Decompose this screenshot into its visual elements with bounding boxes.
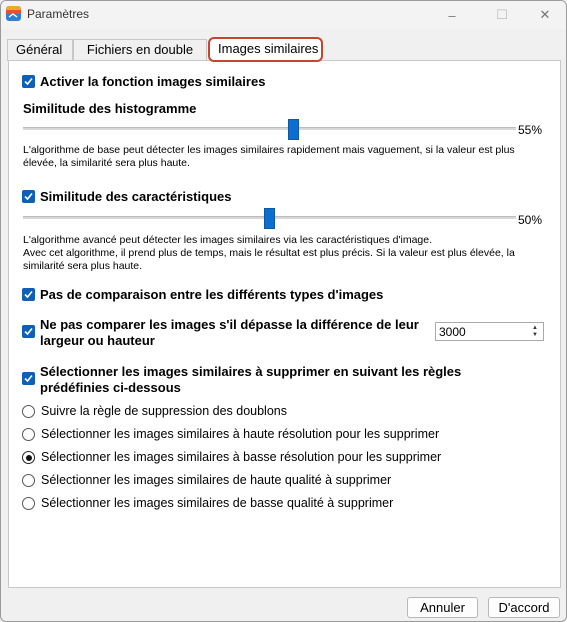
enable-similar-images-label: Activer la fonction images similaires	[40, 74, 266, 89]
histogram-slider-thumb[interactable]	[288, 119, 299, 140]
enable-similar-images-checkbox[interactable]	[22, 75, 35, 88]
deletion-rule-radio[interactable]	[22, 405, 35, 418]
checkmark-icon	[24, 77, 33, 86]
tab-general[interactable]: Général	[7, 39, 73, 61]
minimize-icon: –	[448, 7, 456, 23]
feature-description: L'algorithme avancé peut détecter les im…	[23, 234, 553, 273]
size-difference-stepper[interactable]: ▲ ▼	[435, 322, 544, 341]
select-rules-label-line: Sélectionner les images similaires à sup…	[40, 364, 462, 379]
no-compare-types-checkbox[interactable]	[22, 288, 35, 301]
feature-description-line: similarité sera plus haute.	[23, 260, 143, 272]
maximize-icon: ☐	[496, 7, 508, 22]
histogram-description-line: élevée, la similarité sera plus haute.	[23, 157, 190, 169]
settings-window: Paramètres – ☐ ✕ Général Fichiers en dou…	[0, 0, 567, 622]
deletion-rule-radio[interactable]	[22, 428, 35, 441]
no-compare-types-label: Pas de comparaison entre les différents …	[40, 287, 384, 302]
deletion-rule-label[interactable]: Sélectionner les images similaires à hau…	[41, 427, 439, 441]
select-rules-label: Sélectionner les images similaires à sup…	[40, 364, 461, 396]
deletion-rule-label[interactable]: Sélectionner les images similaires de ba…	[41, 496, 393, 510]
size-difference-label: Ne pas comparer les images s'il dépasse …	[40, 317, 419, 349]
cancel-button[interactable]: Annuler	[407, 597, 478, 618]
size-difference-input[interactable]	[436, 323, 528, 340]
ok-button[interactable]: D'accord	[488, 597, 560, 618]
histogram-slider-track[interactable]	[23, 127, 516, 130]
arrow-up-icon[interactable]: ▲	[532, 325, 538, 332]
feature-similarity-label: Similitude des caractéristiques	[40, 189, 232, 204]
checkmark-icon	[24, 290, 33, 299]
deletion-rule-label[interactable]: Sélectionner les images similaires de ha…	[41, 473, 391, 487]
checkmark-icon	[24, 192, 33, 201]
size-difference-label-line: largeur ou hauteur	[40, 333, 155, 348]
feature-description-line: Avec cet algorithme, il prend plus de te…	[23, 247, 515, 259]
stepper-arrows[interactable]: ▲ ▼	[528, 323, 542, 340]
select-rules-checkbox[interactable]	[22, 372, 35, 385]
window-title: Paramètres	[27, 7, 90, 21]
checkmark-icon	[24, 327, 33, 336]
feature-slider-thumb[interactable]	[264, 208, 275, 229]
arrow-down-icon[interactable]: ▼	[532, 332, 538, 339]
histogram-description: L'algorithme de base peut détecter les i…	[23, 144, 553, 170]
deletion-rule-radio[interactable]	[22, 451, 35, 464]
histogram-value: 55%	[518, 123, 543, 137]
size-difference-checkbox[interactable]	[22, 325, 35, 338]
tab-bar: Général Fichiers en double Images simila…	[1, 35, 566, 62]
title-bar: Paramètres – ☐ ✕	[1, 1, 566, 29]
histogram-similarity-heading: Similitude des histogramme	[23, 101, 197, 116]
close-button[interactable]: ✕	[522, 1, 566, 29]
histogram-description-line: L'algorithme de base peut détecter les i…	[23, 144, 515, 156]
app-logo-icon	[6, 6, 21, 21]
deletion-rule-radio[interactable]	[22, 474, 35, 487]
tab-duplicate-files[interactable]: Fichiers en double	[73, 39, 207, 61]
deletion-rule-label[interactable]: Sélectionner les images similaires à bas…	[41, 450, 441, 464]
maximize-button[interactable]: ☐	[479, 1, 525, 29]
deletion-rule-label[interactable]: Suivre la règle de suppression des doubl…	[41, 404, 287, 418]
minimize-button[interactable]: –	[429, 1, 475, 29]
size-difference-label-line: Ne pas comparer les images s'il dépasse …	[40, 317, 419, 332]
select-rules-label-line: prédéfinies ci-dessous	[40, 380, 181, 395]
close-icon: ✕	[539, 7, 551, 22]
feature-value: 50%	[518, 213, 543, 227]
tab-similar-images[interactable]: Images similaires	[208, 37, 323, 62]
feature-description-line: L'algorithme avancé peut détecter les im…	[23, 234, 433, 246]
checkmark-icon	[24, 374, 33, 383]
feature-similarity-checkbox[interactable]	[22, 190, 35, 203]
deletion-rule-radio[interactable]	[22, 497, 35, 510]
